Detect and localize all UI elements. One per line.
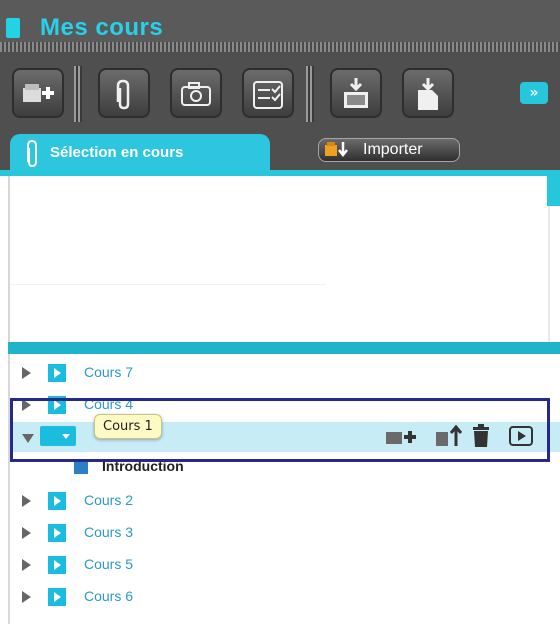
expand-arrow-icon[interactable] [22,495,31,507]
app-logo-icon [6,18,20,38]
course-icon [48,588,66,606]
upload-button[interactable] [434,424,466,452]
selection-drop-area[interactable] [10,176,326,284]
paperclip-icon [27,139,37,168]
tab-selection-en-cours[interactable]: Sélection en cours [10,134,270,170]
collapse-arrow-icon[interactable] [22,434,34,443]
course-label[interactable]: Cours 6 [84,588,133,604]
course-label[interactable]: Cours 2 [84,492,133,508]
download-image-button[interactable] [330,68,382,118]
chevron-down-icon [62,434,70,439]
download-document-button[interactable] [402,68,454,118]
download-image-icon [344,78,368,108]
course-menu-button[interactable] [40,426,76,446]
course-icon [48,524,66,542]
course-row[interactable]: Cours 2 [10,486,560,516]
play-icon [509,426,533,446]
document-icon [74,460,88,474]
course-label[interactable]: Cours 5 [84,556,133,572]
app-header: Mes cours [0,0,560,52]
course-icon [48,364,66,382]
toolbar-separator [306,66,314,122]
delete-button[interactable] [470,424,492,452]
course-row[interactable]: Cours 4 [10,390,560,420]
add-item-button[interactable] [384,424,418,452]
page-title: Mes cours [40,14,164,41]
trash-icon [473,424,489,447]
attach-button[interactable] [98,68,150,118]
toolbar: » [0,52,560,134]
expand-arrow-icon[interactable] [22,367,31,379]
import-icon [325,142,348,158]
course-icon [48,556,66,574]
camera-icon [181,82,211,106]
scrollbar[interactable] [547,176,560,206]
checklist-button[interactable] [242,68,294,118]
download-document-icon [418,78,438,110]
expand-arrow-icon[interactable] [22,591,31,603]
course-row[interactable]: Cours 5 [10,550,560,580]
course-row[interactable]: Cours 7 [10,358,560,388]
course-icon [48,492,66,510]
lesson-row[interactable]: Introduction [10,452,560,482]
play-button[interactable] [508,424,534,452]
paperclip-icon [116,79,130,110]
row-actions [384,424,544,450]
tab-label: Sélection en cours [50,144,184,161]
course-label[interactable]: Cours 3 [84,524,133,540]
add-course-icon [23,84,54,102]
course-row[interactable]: Cours 6 [10,582,560,612]
lesson-label[interactable]: Introduction [102,458,184,474]
expand-arrow-icon[interactable] [22,559,31,571]
course-row[interactable]: Cours 3 [10,518,560,548]
expand-arrow-icon[interactable] [22,399,31,411]
header-divider [0,42,560,52]
expand-arrow-icon[interactable] [22,527,31,539]
importer-label: Importer [363,141,423,158]
upload-icon [436,424,463,446]
tab-row: Sélection en cours Importer [0,134,560,170]
expand-panel-button[interactable]: » [520,82,548,104]
panel-separator[interactable] [8,342,560,354]
checklist-icon [253,81,283,109]
add-item-icon [386,431,416,444]
course-list: Cours 7 Cours 4 Cours 1 Introduction Cou… [8,354,560,624]
importer-button[interactable]: Importer [318,138,460,162]
camera-button[interactable] [170,68,222,118]
course-label[interactable]: Cours 4 [84,396,133,412]
course-icon [48,396,66,414]
tooltip: Cours 1 [94,414,162,439]
course-row-selected[interactable]: Cours 1 [10,414,560,452]
course-label[interactable]: Cours 7 [84,364,133,380]
add-course-button[interactable] [12,68,64,118]
toolbar-separator [74,66,82,122]
